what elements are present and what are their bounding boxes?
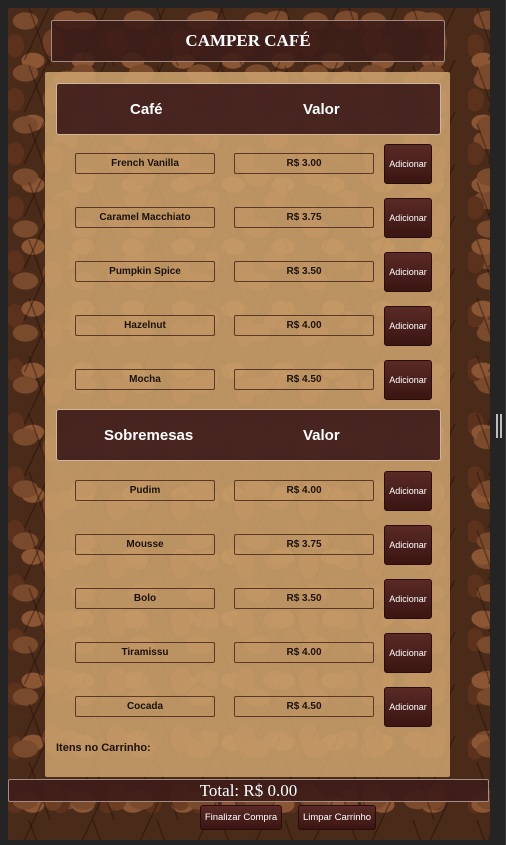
add-to-cart-button[interactable]: Adicionar	[384, 579, 432, 619]
item-price: R$ 4.00	[234, 642, 374, 663]
item-name: Pumpkin Spice	[75, 261, 215, 282]
item-name: Pudim	[75, 480, 215, 501]
item-name: Hazelnut	[75, 315, 215, 336]
menu-row: Pumpkin Spice R$ 3.50 Adicionar	[45, 252, 450, 292]
menu-row: Pudim R$ 4.00 Adicionar	[45, 471, 450, 511]
dessert-column-label: Sobremesas	[104, 427, 194, 444]
menu-row: French Vanilla R$ 3.00 Adicionar	[45, 144, 450, 184]
page-title: CAMPER CAFÉ	[51, 20, 445, 62]
coffee-section-header: Café Valor	[56, 83, 441, 135]
menu-row: Mocha R$ 4.50 Adicionar	[45, 360, 450, 400]
item-name: Cocada	[75, 696, 215, 717]
item-price: R$ 3.00	[234, 153, 374, 174]
item-price: R$ 3.50	[234, 261, 374, 282]
clear-cart-button[interactable]: Limpar Carrinho	[298, 805, 376, 830]
coffee-column-label: Café	[130, 101, 163, 118]
coffee-price-column-label: Valor	[303, 101, 340, 118]
add-to-cart-button[interactable]: Adicionar	[384, 687, 432, 727]
resize-grip-icon[interactable]	[495, 414, 503, 438]
add-to-cart-button[interactable]: Adicionar	[384, 306, 432, 346]
add-to-cart-button[interactable]: Adicionar	[384, 525, 432, 565]
item-price: R$ 4.50	[234, 369, 374, 390]
item-name: Caramel Macchiato	[75, 207, 215, 228]
add-to-cart-button[interactable]: Adicionar	[384, 471, 432, 511]
add-to-cart-button[interactable]: Adicionar	[384, 252, 432, 292]
add-to-cart-button[interactable]: Adicionar	[384, 144, 432, 184]
item-price: R$ 3.75	[234, 534, 374, 555]
add-to-cart-button[interactable]: Adicionar	[384, 360, 432, 400]
item-name: Bolo	[75, 588, 215, 609]
menu-row: Cocada R$ 4.50 Adicionar	[45, 687, 450, 727]
menu-row: Tiramissu R$ 4.00 Adicionar	[45, 633, 450, 673]
item-price: R$ 3.50	[234, 588, 374, 609]
item-name: Mousse	[75, 534, 215, 555]
finish-purchase-button[interactable]: Finalizar Compra	[200, 805, 282, 830]
menu-row: Mousse R$ 3.75 Adicionar	[45, 525, 450, 565]
add-to-cart-button[interactable]: Adicionar	[384, 198, 432, 238]
add-to-cart-button[interactable]: Adicionar	[384, 633, 432, 673]
menu-row: Caramel Macchiato R$ 3.75 Adicionar	[45, 198, 450, 238]
menu-row: Hazelnut R$ 4.00 Adicionar	[45, 306, 450, 346]
item-price: R$ 4.50	[234, 696, 374, 717]
cart-items-label: Itens no Carrinho:	[56, 742, 151, 754]
item-name: French Vanilla	[75, 153, 215, 174]
browser-viewport: CAMPER CAFÉ Café Valor French Vanilla R$…	[0, 0, 506, 845]
menu-row: Bolo R$ 3.50 Adicionar	[45, 579, 450, 619]
item-price: R$ 4.00	[234, 315, 374, 336]
dessert-price-column-label: Valor	[303, 427, 340, 444]
item-price: R$ 3.75	[234, 207, 374, 228]
item-name: Mocha	[75, 369, 215, 390]
item-price: R$ 4.00	[234, 480, 374, 501]
item-name: Tiramissu	[75, 642, 215, 663]
dessert-section-header: Sobremesas Valor	[56, 409, 441, 461]
menu-panel: Café Valor French Vanilla R$ 3.00 Adicio…	[45, 72, 450, 777]
cart-total: Total: R$ 0.00	[8, 779, 489, 802]
